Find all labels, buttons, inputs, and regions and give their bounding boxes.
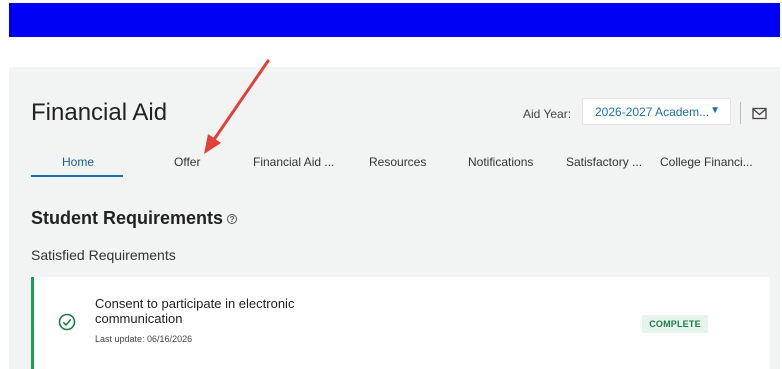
satisfied-requirements-heading: Satisfied Requirements: [31, 247, 176, 263]
student-requirements-heading: Student Requirements?: [31, 208, 238, 229]
tab-resources[interactable]: Resources: [369, 155, 426, 169]
chevron-down-icon: ▼: [710, 105, 720, 116]
help-circle-icon[interactable]: ?: [227, 214, 238, 225]
aid-year-label: Aid Year:: [523, 107, 572, 121]
requirement-last-update: Last update: 06/16/2026: [95, 334, 193, 344]
tab-satisfactory[interactable]: Satisfactory ...: [566, 155, 642, 169]
tab-bar: Home Offer Financial Aid ... Resources N…: [31, 155, 771, 179]
requirement-card[interactable]: Consent to participate in electronic com…: [31, 277, 770, 369]
aid-year-value: 2026-2027 Academ...: [595, 105, 710, 119]
financial-aid-page: Financial Aid Aid Year: 2026-2027 Academ…: [9, 67, 780, 369]
tab-home[interactable]: Home: [62, 155, 94, 169]
page-title: Financial Aid: [31, 99, 168, 126]
requirement-label: Consent to participate in electronic com…: [95, 296, 295, 326]
check-circle-icon: [58, 313, 76, 331]
status-badge: COMPLETE: [642, 315, 708, 333]
mail-icon[interactable]: [752, 107, 767, 120]
tab-financial-aid[interactable]: Financial Aid ...: [253, 155, 334, 169]
student-requirements-title: Student Requirements: [31, 208, 224, 228]
header-divider: [740, 102, 741, 124]
tab-offer[interactable]: Offer: [174, 155, 200, 169]
tab-notifications[interactable]: Notifications: [468, 155, 533, 169]
tab-college-financing[interactable]: College Financi...: [660, 155, 753, 169]
aid-year-select[interactable]: 2026-2027 Academ... ▼: [582, 98, 731, 125]
top-banner: [9, 3, 780, 37]
active-tab-indicator: [31, 175, 123, 177]
